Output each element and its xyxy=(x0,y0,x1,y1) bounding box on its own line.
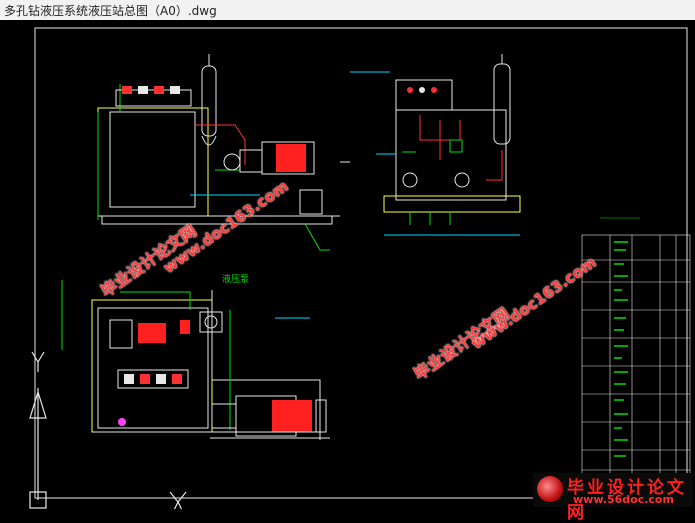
globe-logo-icon xyxy=(537,476,563,502)
badge-site-url: www.56doc.com xyxy=(573,493,674,506)
annotation-label: 液压泵 xyxy=(222,273,249,285)
plan-view xyxy=(61,280,330,440)
parts-list-table xyxy=(581,217,691,491)
window-title: 多孔钻液压系统液压站总图（A0）.dwg xyxy=(4,4,217,18)
site-badge: 毕业设计论文网 www.56doc.com xyxy=(533,473,693,523)
window-titlebar: 多孔钻液压系统液压站总图（A0）.dwg xyxy=(0,0,695,21)
side-view xyxy=(350,54,521,236)
cad-drawing-canvas[interactable]: 液压泵 毕业设计论文网 www.doc163.com 毕业设计论文网 www.d… xyxy=(0,20,695,523)
